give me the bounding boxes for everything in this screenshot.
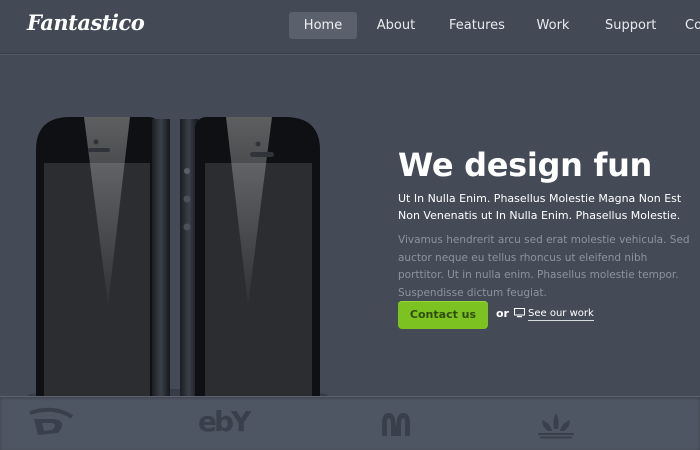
phones-illustration — [28, 117, 328, 396]
nav-item-about[interactable]: About — [374, 12, 418, 39]
nav-item-contact[interactable]: Co — [685, 12, 700, 39]
nav-item-work[interactable]: Work — [536, 12, 570, 39]
top-header: Fantastico Home About Features Work Supp… — [0, 0, 700, 54]
mcdonalds-logo — [382, 413, 410, 436]
left-phone — [36, 117, 170, 396]
or-label: or — [496, 307, 509, 320]
hero-section — [0, 55, 700, 396]
ebay-logo: ebY — [198, 405, 251, 438]
see-our-work-link[interactable]: See our work — [514, 308, 594, 321]
contact-us-button[interactable]: Contact us — [398, 301, 488, 329]
dreamworks-logo — [29, 407, 74, 435]
nav-item-home[interactable]: Home — [289, 12, 357, 39]
see-our-work-label: See our work — [528, 308, 594, 321]
brand-logos-band: ebY — [0, 396, 700, 450]
hero-description: Vivamus hendrerit arcu sed erat molestie… — [398, 234, 690, 299]
nav-item-support[interactable]: Support — [605, 12, 656, 39]
right-phone — [180, 117, 320, 396]
hero-subtitle: Ut In Nulla Enim. Phasellus Molestie Mag… — [398, 192, 682, 222]
monitor-icon — [514, 308, 525, 318]
nav-item-features[interactable]: Features — [449, 12, 505, 39]
site-logo[interactable]: Fantastico — [27, 10, 145, 35]
adidas-logo — [538, 413, 574, 439]
hero-title: We design fun — [398, 146, 653, 184]
